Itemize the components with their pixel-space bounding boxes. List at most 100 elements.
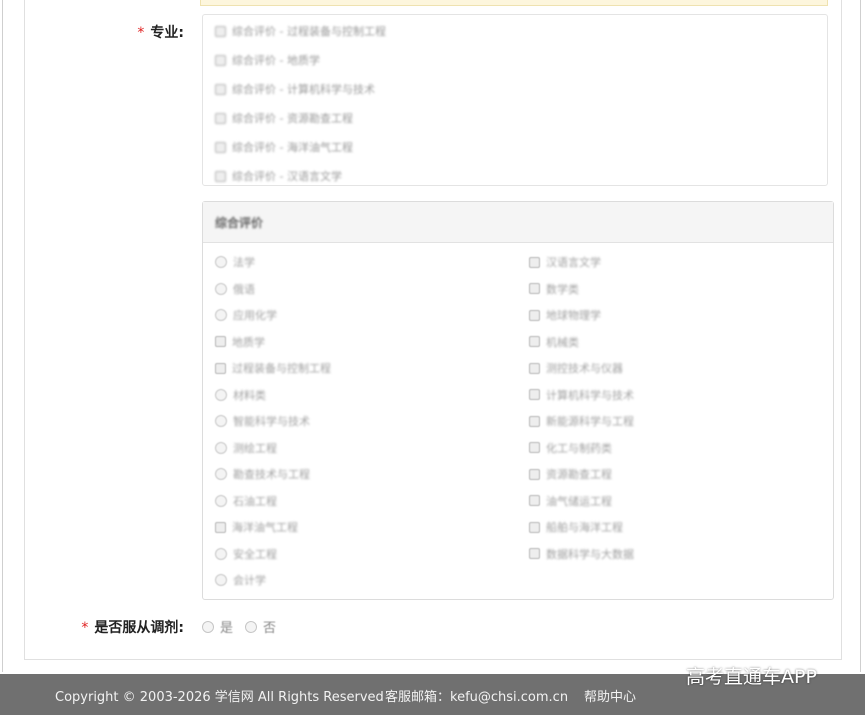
radio-circle[interactable] (215, 415, 227, 427)
required-mark: * (137, 25, 145, 41)
transfer-options: 是 否 (202, 617, 288, 636)
major-option[interactable]: 新能源科学与工程 (529, 413, 634, 429)
transfer-label: * 是否服从调剂: (0, 617, 184, 637)
checkbox[interactable] (215, 141, 226, 153)
panel-title: 综合评价 (215, 215, 264, 230)
major-option[interactable]: 会计学 (215, 572, 266, 588)
radio-circle[interactable] (215, 468, 227, 480)
footer-copyright: Copyright © 2003-2026 学信网 All Rights Res… (55, 690, 384, 705)
major-option[interactable]: 海洋油气工程 (215, 519, 298, 535)
major-option[interactable]: 油气储运工程 (529, 493, 612, 509)
major-option[interactable]: 数学类 (529, 281, 579, 297)
major-option-label: 机械类 (546, 335, 579, 349)
checkbox[interactable] (529, 389, 540, 400)
checkbox[interactable] (529, 415, 540, 427)
selected-major-item[interactable]: 综合评价 - 地质学 (215, 52, 320, 68)
major-option-label: 过程装备与控制工程 (232, 362, 331, 375)
checkbox[interactable] (215, 25, 226, 37)
checkbox[interactable] (215, 112, 226, 124)
major-option-label: 数据科学与大数据 (546, 547, 634, 561)
checkbox[interactable] (529, 336, 540, 347)
major-label-text: 专业: (150, 25, 184, 41)
selected-major-item[interactable]: 综合评价 - 资源勘查工程 (215, 110, 353, 126)
checkbox[interactable] (215, 54, 226, 66)
checkbox[interactable] (529, 283, 540, 294)
major-option[interactable]: 地质学 (215, 334, 265, 350)
selected-major-label: 综合评价 - 地质学 (232, 54, 320, 67)
footer-service-email[interactable]: 客服邮箱：kefu@chsi.com.cn (385, 686, 568, 705)
checkbox[interactable] (529, 548, 540, 559)
transfer-no-label: 否 (263, 621, 277, 636)
checkbox[interactable] (529, 468, 540, 480)
major-option-label: 会计学 (233, 574, 266, 587)
transfer-yes-radio[interactable]: 是 (202, 617, 233, 636)
major-option-label: 资源勘查工程 (546, 468, 612, 481)
selected-majors-box: 综合评价 - 过程装备与控制工程 综合评价 - 地质学综合评价 - 计算机科学与技… (202, 14, 828, 186)
checkbox[interactable] (529, 521, 540, 533)
checkbox[interactable] (529, 309, 540, 321)
major-option[interactable]: 俄语 (215, 281, 255, 297)
major-option[interactable]: 勘查技术与工程 (215, 466, 310, 482)
radio-circle[interactable] (215, 256, 227, 268)
major-option[interactable]: 过程装备与控制工程 (215, 360, 331, 376)
checkbox[interactable] (215, 362, 226, 374)
major-option-label: 应用化学 (233, 309, 277, 322)
radio-circle[interactable] (215, 574, 227, 586)
transfer-yes-label: 是 (220, 621, 234, 636)
selected-major-item[interactable]: 综合评价 - 海洋油气工程 (215, 139, 353, 155)
major-option[interactable]: 机械类 (529, 334, 579, 350)
major-option[interactable]: 数据科学与大数据 (529, 546, 634, 562)
selected-major-label: 综合评价 - 过程装备与控制工程 (232, 25, 386, 38)
major-option[interactable]: 应用化学 (215, 307, 277, 323)
required-mark: * (81, 620, 89, 636)
checkbox[interactable] (215, 83, 226, 95)
major-option-label: 俄语 (233, 282, 255, 296)
major-option[interactable]: 资源勘查工程 (529, 466, 612, 482)
major-option[interactable]: 石油工程 (215, 493, 277, 509)
selected-major-item[interactable]: 综合评价 - 计算机科学与技术 (215, 81, 375, 97)
major-option-label: 材料类 (233, 388, 266, 402)
major-option-label: 船舶与海洋工程 (546, 521, 623, 534)
major-option-label: 智能科学与技术 (233, 415, 310, 428)
major-option-label: 测绘工程 (233, 441, 277, 455)
major-option[interactable]: 安全工程 (215, 546, 277, 562)
major-option-label: 海洋油气工程 (232, 521, 298, 534)
major-option[interactable]: 测控技术与仪器 (529, 360, 623, 376)
transfer-label-text: 是否服从调剂: (94, 620, 184, 636)
major-option[interactable]: 智能科学与技术 (215, 413, 310, 429)
radio-circle[interactable] (202, 620, 214, 633)
checkbox[interactable] (529, 495, 540, 506)
checkbox[interactable] (529, 256, 540, 268)
radio-circle[interactable] (215, 547, 227, 560)
radio-circle[interactable] (215, 309, 227, 321)
major-option-label: 测控技术与仪器 (546, 362, 623, 375)
radio-circle[interactable] (215, 282, 227, 295)
checkbox[interactable] (215, 521, 226, 533)
selected-major-label: 综合评价 - 资源勘查工程 (232, 112, 353, 125)
radio-circle[interactable] (215, 441, 227, 454)
major-option[interactable]: 测绘工程 (215, 440, 277, 456)
footer-help-link[interactable]: 帮助中心 (584, 686, 636, 705)
selected-major-item[interactable]: 综合评价 - 汉语言文学 (215, 168, 342, 184)
major-option-label: 化工与制药类 (546, 441, 612, 455)
radio-circle[interactable] (245, 620, 258, 633)
major-option[interactable]: 法学 (215, 254, 255, 270)
checkbox[interactable] (529, 442, 540, 453)
checkbox[interactable] (529, 362, 540, 374)
radio-circle[interactable] (215, 494, 227, 507)
major-option-label: 地球物理学 (546, 309, 601, 322)
major-option[interactable]: 船舶与海洋工程 (529, 519, 623, 535)
major-option[interactable]: 地球物理学 (529, 307, 601, 323)
major-option[interactable]: 汉语言文学 (529, 254, 601, 270)
checkbox[interactable] (215, 170, 226, 182)
major-option[interactable]: 计算机科学与技术 (529, 387, 634, 403)
checkbox[interactable] (215, 336, 226, 347)
selected-major-item[interactable]: 综合评价 - 过程装备与控制工程 (215, 23, 386, 39)
major-option[interactable]: 材料类 (215, 387, 266, 403)
major-option-label: 法学 (233, 256, 255, 269)
panel-header: 综合评价 (203, 202, 833, 243)
radio-circle[interactable] (215, 388, 227, 401)
watermark: 高考直通车APP (686, 666, 817, 688)
transfer-no-radio[interactable]: 否 (245, 617, 276, 636)
major-option[interactable]: 化工与制药类 (529, 440, 612, 456)
